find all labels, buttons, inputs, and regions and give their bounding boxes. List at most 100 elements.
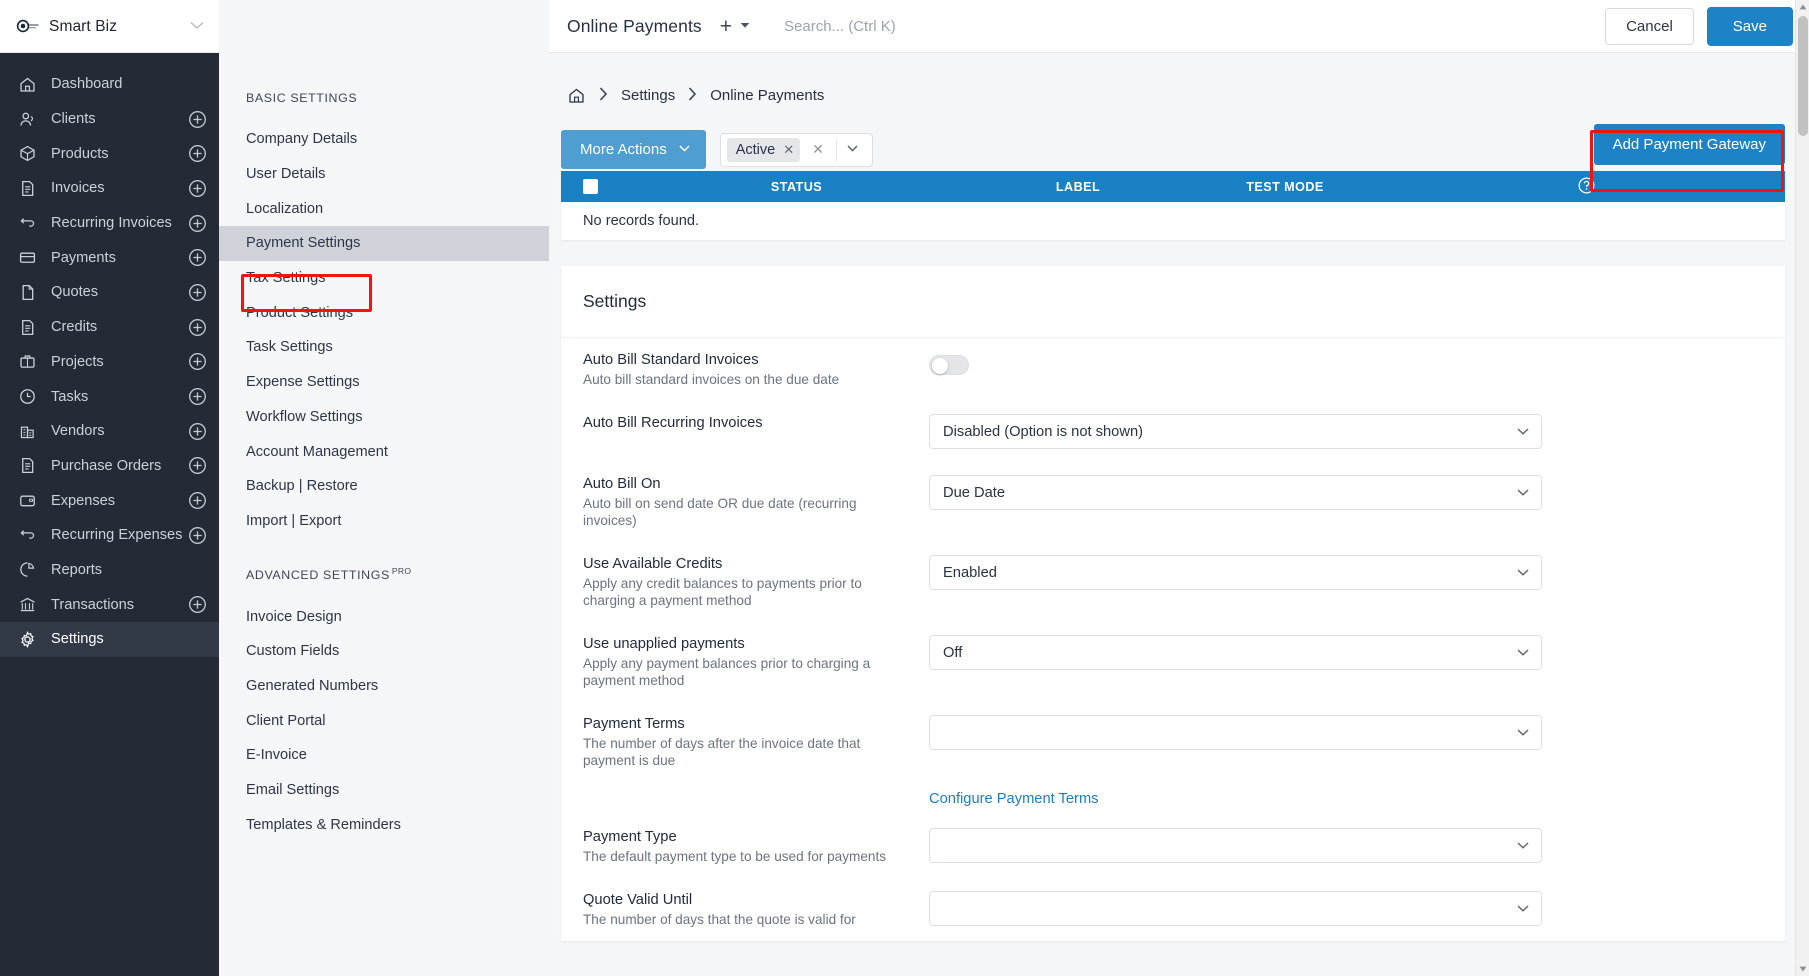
payment-terms-select[interactable] [929, 715, 1542, 750]
clear-filters-icon[interactable]: ✕ [800, 141, 836, 158]
vertical-scrollbar[interactable] [1795, 0, 1809, 976]
add-product-icon[interactable] [188, 144, 207, 163]
select-all-checkbox[interactable] [582, 179, 598, 194]
add-purchase-order-icon[interactable] [188, 456, 207, 475]
settings-item-task-settings[interactable]: Task Settings [219, 330, 549, 365]
add-recurring-invoice-icon[interactable] [188, 214, 207, 233]
add-new-button[interactable]: + [720, 16, 732, 37]
status-filter-chip[interactable]: Active ✕ [726, 137, 801, 162]
add-recurring-expense-icon[interactable] [188, 526, 207, 545]
sidebar-item-dashboard[interactable]: Dashboard [0, 67, 219, 102]
settings-item-email-settings[interactable]: Email Settings [219, 773, 549, 808]
settings-item-product-settings[interactable]: Product Settings [219, 295, 549, 330]
add-credit-icon[interactable] [188, 318, 207, 337]
filter-control[interactable]: Active ✕ ✕ [719, 132, 873, 167]
gear-icon [16, 628, 38, 650]
sidebar-item-label: Reports [51, 561, 103, 578]
sidebar-item-payments[interactable]: Payments [0, 240, 219, 275]
settings-item-expense-settings[interactable]: Expense Settings [219, 365, 549, 400]
brand-header[interactable]: Smart Biz [0, 0, 219, 53]
sidebar-item-transactions[interactable]: Transactions [0, 587, 219, 622]
settings-item-templates-reminders[interactable]: Templates & Reminders [219, 808, 549, 843]
auto-bill-on-select[interactable]: Due Date [929, 475, 1542, 510]
triangle-up-icon[interactable] [1796, 0, 1809, 14]
sidebar-item-settings[interactable]: Settings [0, 622, 219, 657]
invoiceninja-logo-icon [14, 13, 40, 39]
settings-item-tax-settings[interactable]: Tax Settings [219, 261, 549, 296]
breadcrumb-settings[interactable]: Settings [621, 87, 675, 104]
setting-description: Apply any payment balances prior to char… [583, 656, 871, 688]
caret-down-icon[interactable] [740, 22, 750, 31]
column-header-test-mode[interactable]: TEST MODE [1182, 180, 1388, 194]
sidebar-item-clients[interactable]: Clients [0, 102, 219, 137]
help-circle-icon[interactable] [1578, 177, 1595, 197]
settings-item-company-details[interactable]: Company Details [219, 122, 549, 157]
settings-item-localization[interactable]: Localization [219, 191, 549, 226]
sidebar-item-vendors[interactable]: Vendors [0, 414, 219, 449]
search-input[interactable] [784, 17, 1605, 35]
column-header-label[interactable]: LABEL [974, 180, 1182, 194]
add-vendor-icon[interactable] [188, 422, 207, 441]
add-gateway-wrapper: Add Payment Gateway [1590, 124, 1785, 192]
briefcase-icon [16, 351, 38, 373]
close-icon[interactable]: ✕ [783, 142, 794, 158]
use-unapplied-payments-select[interactable]: Off [929, 635, 1542, 670]
configure-payment-terms-link[interactable]: Configure Payment Terms [929, 786, 1099, 811]
use-available-credits-select[interactable]: Enabled [929, 555, 1542, 590]
scrollbar-thumb[interactable] [1798, 16, 1808, 136]
add-payment-gateway-button[interactable]: Add Payment Gateway [1593, 124, 1785, 165]
settings-item-label: Workflow Settings [246, 408, 363, 425]
add-invoice-icon[interactable] [188, 179, 207, 198]
auto-bill-standard-invoices-toggle[interactable] [929, 355, 969, 375]
settings-item-backup-restore[interactable]: Backup | Restore [219, 469, 549, 504]
settings-item-custom-fields[interactable]: Custom Fields [219, 634, 549, 669]
sidebar-item-purchase-orders[interactable]: Purchase Orders [0, 449, 219, 484]
file-text-icon [16, 455, 38, 477]
bank-icon [16, 594, 38, 616]
sidebar-item-recurring-expenses[interactable]: Recurring Expenses [0, 518, 219, 553]
add-expense-icon[interactable] [188, 491, 207, 510]
auto-bill-recurring-invoices-select[interactable]: Disabled (Option is not shown) [929, 414, 1542, 449]
settings-item-invoice-design[interactable]: Invoice Design [219, 599, 549, 634]
save-button[interactable]: Save [1706, 6, 1793, 46]
settings-item-user-details[interactable]: User Details [219, 157, 549, 192]
settings-item-label: Expense Settings [246, 374, 360, 391]
sidebar-item-label: Payments [51, 249, 116, 266]
sidebar-item-credits[interactable]: Credits [0, 310, 219, 345]
sidebar-item-recurring-invoices[interactable]: Recurring Invoices [0, 206, 219, 241]
triangle-down-icon[interactable] [1796, 962, 1809, 976]
sidebar-item-expenses[interactable]: Expenses [0, 483, 219, 518]
add-project-icon[interactable] [188, 352, 207, 371]
add-payment-icon[interactable] [188, 248, 207, 267]
payment-type-select[interactable] [929, 828, 1542, 863]
column-header-status[interactable]: STATUS [619, 180, 974, 194]
sidebar-item-quotes[interactable]: Quotes [0, 275, 219, 310]
sidebar-item-invoices[interactable]: Invoices [0, 171, 219, 206]
add-task-icon[interactable] [188, 387, 207, 406]
sidebar-item-products[interactable]: Products [0, 136, 219, 171]
chevron-down-icon[interactable] [837, 144, 868, 155]
add-transaction-icon[interactable] [188, 595, 207, 614]
settings-item-payment-settings[interactable]: Payment Settings [219, 226, 549, 261]
setting-description: Apply any credit balances to payments pr… [583, 576, 862, 608]
settings-item-import-export[interactable]: Import | Export [219, 504, 549, 539]
search-field[interactable] [784, 17, 1145, 35]
cancel-button[interactable]: Cancel [1605, 7, 1694, 45]
add-quote-icon[interactable] [188, 283, 207, 302]
sidebar-item-reports[interactable]: Reports [0, 553, 219, 588]
chevron-down-icon[interactable] [187, 14, 207, 38]
sidebar-item-tasks[interactable]: Tasks [0, 379, 219, 414]
settings-item-workflow-settings[interactable]: Workflow Settings [219, 400, 549, 435]
settings-item-e-invoice[interactable]: E-Invoice [219, 738, 549, 773]
more-actions-button[interactable]: More Actions [561, 130, 706, 169]
building-icon [16, 420, 38, 442]
sidebar-item-projects[interactable]: Projects [0, 345, 219, 380]
settings-item-client-portal[interactable]: Client Portal [219, 703, 549, 738]
quote-valid-until-select[interactable] [929, 891, 1542, 926]
settings-item-label: Email Settings [246, 782, 340, 799]
settings-item-generated-numbers[interactable]: Generated Numbers [219, 669, 549, 704]
add-client-icon[interactable] [188, 110, 207, 129]
app-root: Smart Biz Dashboard Clients Products Inv… [0, 0, 1809, 976]
home-icon[interactable] [567, 86, 586, 105]
settings-item-account-management[interactable]: Account Management [219, 434, 549, 469]
